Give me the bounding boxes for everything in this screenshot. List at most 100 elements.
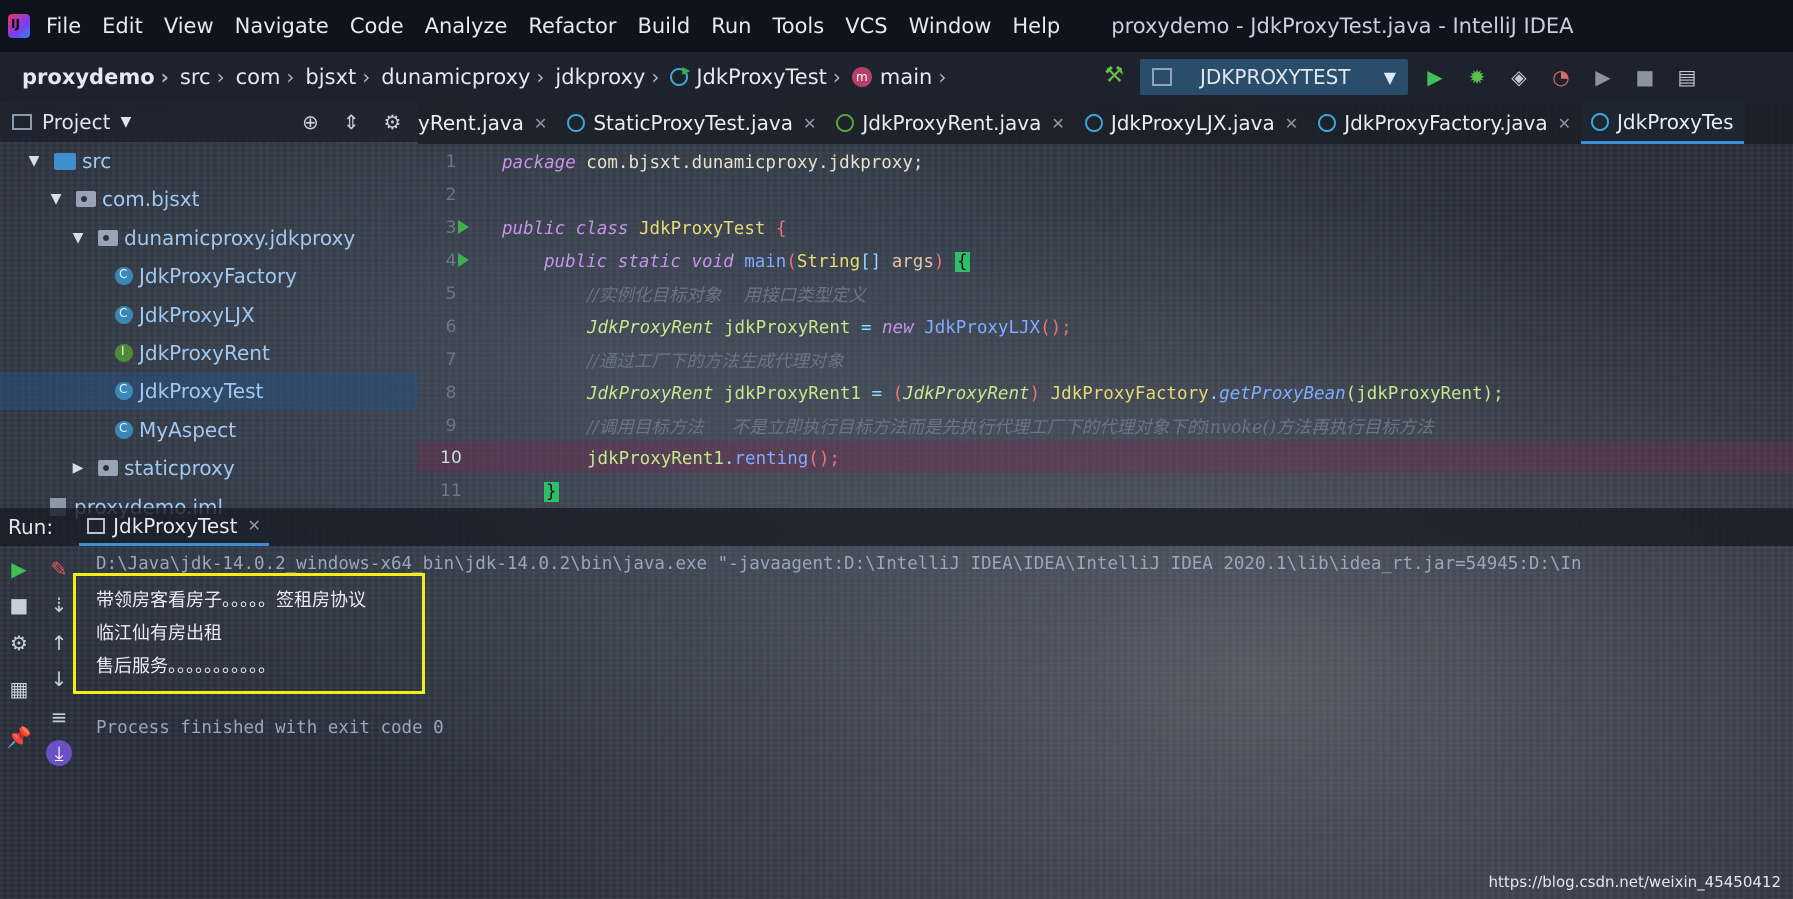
menu-help[interactable]: Help (1012, 14, 1060, 38)
chevron-down-icon[interactable]: ▼ (120, 114, 131, 130)
tree-item-jdkproxytest[interactable]: JdkProxyTest (0, 372, 418, 410)
run-gutter-icon[interactable] (458, 253, 469, 267)
menu-view[interactable]: View (164, 14, 214, 38)
arrow-up-icon[interactable]: ↑ (46, 630, 72, 656)
breadcrumb-label: jdkproxy (555, 65, 646, 89)
code-line-4: public static void main(String[] args) { (544, 245, 970, 278)
tree-item-jdkproxyrent[interactable]: JdkProxyRent (0, 334, 418, 372)
menu-vcs[interactable]: VCS (845, 14, 887, 38)
close-icon[interactable]: ✕ (1051, 114, 1064, 133)
tree-item-staticproxy[interactable]: ▶ staticproxy (0, 449, 418, 487)
breadcrumb-item-class[interactable]: JdkProxyTest › (670, 65, 852, 89)
scroll-to-end-icon[interactable]: ⤓ (46, 740, 72, 766)
breadcrumb-item-src[interactable]: src › (180, 65, 236, 89)
breadcrumb-item-jdkproxy[interactable]: jdkproxy › (555, 65, 670, 89)
tree-item-label: JdkProxyLJX (139, 303, 255, 327)
expanded-triangle-icon[interactable]: ▼ (26, 153, 42, 169)
breadcrumb-item-bjsxt[interactable]: bjsxt › (305, 65, 381, 89)
close-icon[interactable]: ✕ (534, 114, 547, 133)
debug-bug-icon[interactable]: ✹ (1462, 62, 1492, 92)
tree-item-jdkproxyfactory[interactable]: JdkProxyFactory (0, 257, 418, 295)
class-icon (115, 306, 133, 324)
code-line-6: JdkProxyRent jdkProxyRent = new JdkProxy… (587, 311, 1072, 344)
rerun-icon[interactable]: ▶ (6, 556, 32, 582)
chevron-right-icon: › (362, 65, 371, 89)
project-structure-icon[interactable]: ▤ (1672, 62, 1702, 92)
locate-target-icon[interactable]: ⊕ (302, 110, 319, 134)
sort-down-icon[interactable]: ⇣ (46, 592, 72, 618)
line-number: 7 (445, 350, 457, 370)
expanded-triangle-icon[interactable]: ▼ (48, 191, 64, 207)
coverage-icon[interactable]: ◈ (1504, 62, 1534, 92)
menu-code[interactable]: Code (350, 14, 404, 38)
run-secondary-icon[interactable]: ▶ (1588, 62, 1618, 92)
menu-run[interactable]: Run (711, 14, 751, 38)
code-editor[interactable]: package com.bjsxt.dunamicproxy.jdkproxy;… (502, 144, 1793, 508)
menu-window[interactable]: Window (909, 14, 992, 38)
class-icon (1318, 114, 1337, 132)
menu-navigate[interactable]: Navigate (235, 14, 329, 38)
build-hammer-icon[interactable]: ⚒ (1100, 63, 1128, 91)
breadcrumb-item-method[interactable]: m main › (851, 65, 957, 89)
gear-icon[interactable]: ⚙ (384, 110, 402, 134)
close-icon[interactable]: ✕ (803, 114, 816, 133)
breadcrumb-item-dunamicproxy[interactable]: dunamicproxy › (381, 65, 555, 89)
collapsed-triangle-icon[interactable]: ▶ (70, 460, 86, 476)
tab-jdkproxyfactory[interactable]: JdkProxyFactory.java ✕ (1308, 102, 1581, 144)
breadcrumb-label: com (235, 65, 281, 89)
menu-tools[interactable]: Tools (772, 14, 824, 38)
menu-edit[interactable]: Edit (102, 14, 143, 38)
arrow-down-icon[interactable]: ↓ (46, 666, 72, 692)
settings-gear-icon[interactable]: ⚙ (6, 630, 32, 656)
code-token: JdkProxyRent (587, 383, 714, 404)
code-token: ) (1029, 383, 1051, 404)
chevron-right-icon: › (536, 65, 545, 89)
run-configuration-select[interactable]: JDKPROXYTEST ▼ (1140, 59, 1408, 95)
code-comment: //实例化目标对象 用接口类型定义 (587, 286, 867, 306)
edit-config-pencil-icon[interactable]: ✎ (46, 556, 72, 582)
code-token: JdkProxyTest (628, 218, 766, 239)
run-tab-label: JdkProxyTest (113, 513, 238, 538)
menu-analyze[interactable]: Analyze (425, 14, 508, 38)
code-comment: //调用目标方法 不是立即执行目标方法而是先执行代理工厂下的代理对象下的invo… (587, 418, 1434, 438)
profile-icon[interactable]: ◔ (1546, 62, 1576, 92)
tree-item-jdkproxyljx[interactable]: JdkProxyLJX (0, 296, 418, 334)
close-icon[interactable]: ✕ (1558, 114, 1571, 133)
code-token: renting (734, 448, 809, 469)
tree-item-label: staticproxy (124, 456, 235, 480)
tab-staticproxytest[interactable]: StaticProxyTest.java ✕ (557, 102, 826, 144)
window-title: proxydemo - JdkProxyTest.java - IntelliJ… (1111, 14, 1574, 38)
package-icon (98, 460, 118, 476)
tree-item-myaspect[interactable]: MyAspect (0, 411, 418, 449)
tab-jdkproxyrent[interactable]: JdkProxyRent.java ✕ (826, 102, 1074, 144)
code-line-8: JdkProxyRent jdkProxyRent1 = (JdkProxyRe… (587, 377, 1504, 410)
collapse-all-icon[interactable]: ⇕ (343, 110, 360, 134)
stop-icon[interactable]: ■ (1630, 62, 1660, 92)
tree-item-jdkproxy-package[interactable]: ▼ dunamicproxy.jdkproxy (0, 219, 418, 257)
project-panel-title[interactable]: Project (42, 110, 110, 134)
stop-icon[interactable]: ■ (6, 592, 32, 618)
code-token: jdkProxyRent1 (587, 448, 724, 469)
tree-item-com-bjsxt[interactable]: ▼ com.bjsxt (0, 180, 418, 218)
close-icon[interactable]: ✕ (1285, 114, 1298, 133)
soft-wrap-icon[interactable]: ≡ (46, 704, 72, 730)
breadcrumb-item-com[interactable]: com › (236, 65, 306, 89)
menu-build[interactable]: Build (637, 14, 690, 38)
expanded-triangle-icon[interactable]: ▼ (70, 230, 86, 246)
run-icon[interactable]: ▶ (1420, 62, 1450, 92)
test-class-icon (670, 68, 689, 86)
pin-icon[interactable]: 📌 (6, 724, 32, 750)
tree-item-src[interactable]: ▼ src (0, 142, 418, 180)
close-icon[interactable]: ✕ (247, 516, 260, 535)
tab-jdkproxyrent-partial[interactable]: yRent.java ✕ (418, 102, 557, 144)
tree-item-label: MyAspect (139, 418, 237, 442)
tab-jdkproxyljx[interactable]: JdkProxyLJX.java ✕ (1075, 102, 1308, 144)
source-folder-icon (54, 152, 76, 170)
run-tab-jdkproxytest[interactable]: JdkProxyTest ✕ (79, 508, 269, 546)
breadcrumb-item-project[interactable]: proxydemo › (22, 65, 180, 89)
tab-jdkproxytest[interactable]: JdkProxyTes (1581, 102, 1744, 144)
menu-file[interactable]: File (46, 14, 81, 38)
layout-icon[interactable]: ▦ (6, 676, 32, 702)
run-gutter-icon[interactable] (458, 220, 469, 234)
menu-refactor[interactable]: Refactor (528, 14, 616, 38)
